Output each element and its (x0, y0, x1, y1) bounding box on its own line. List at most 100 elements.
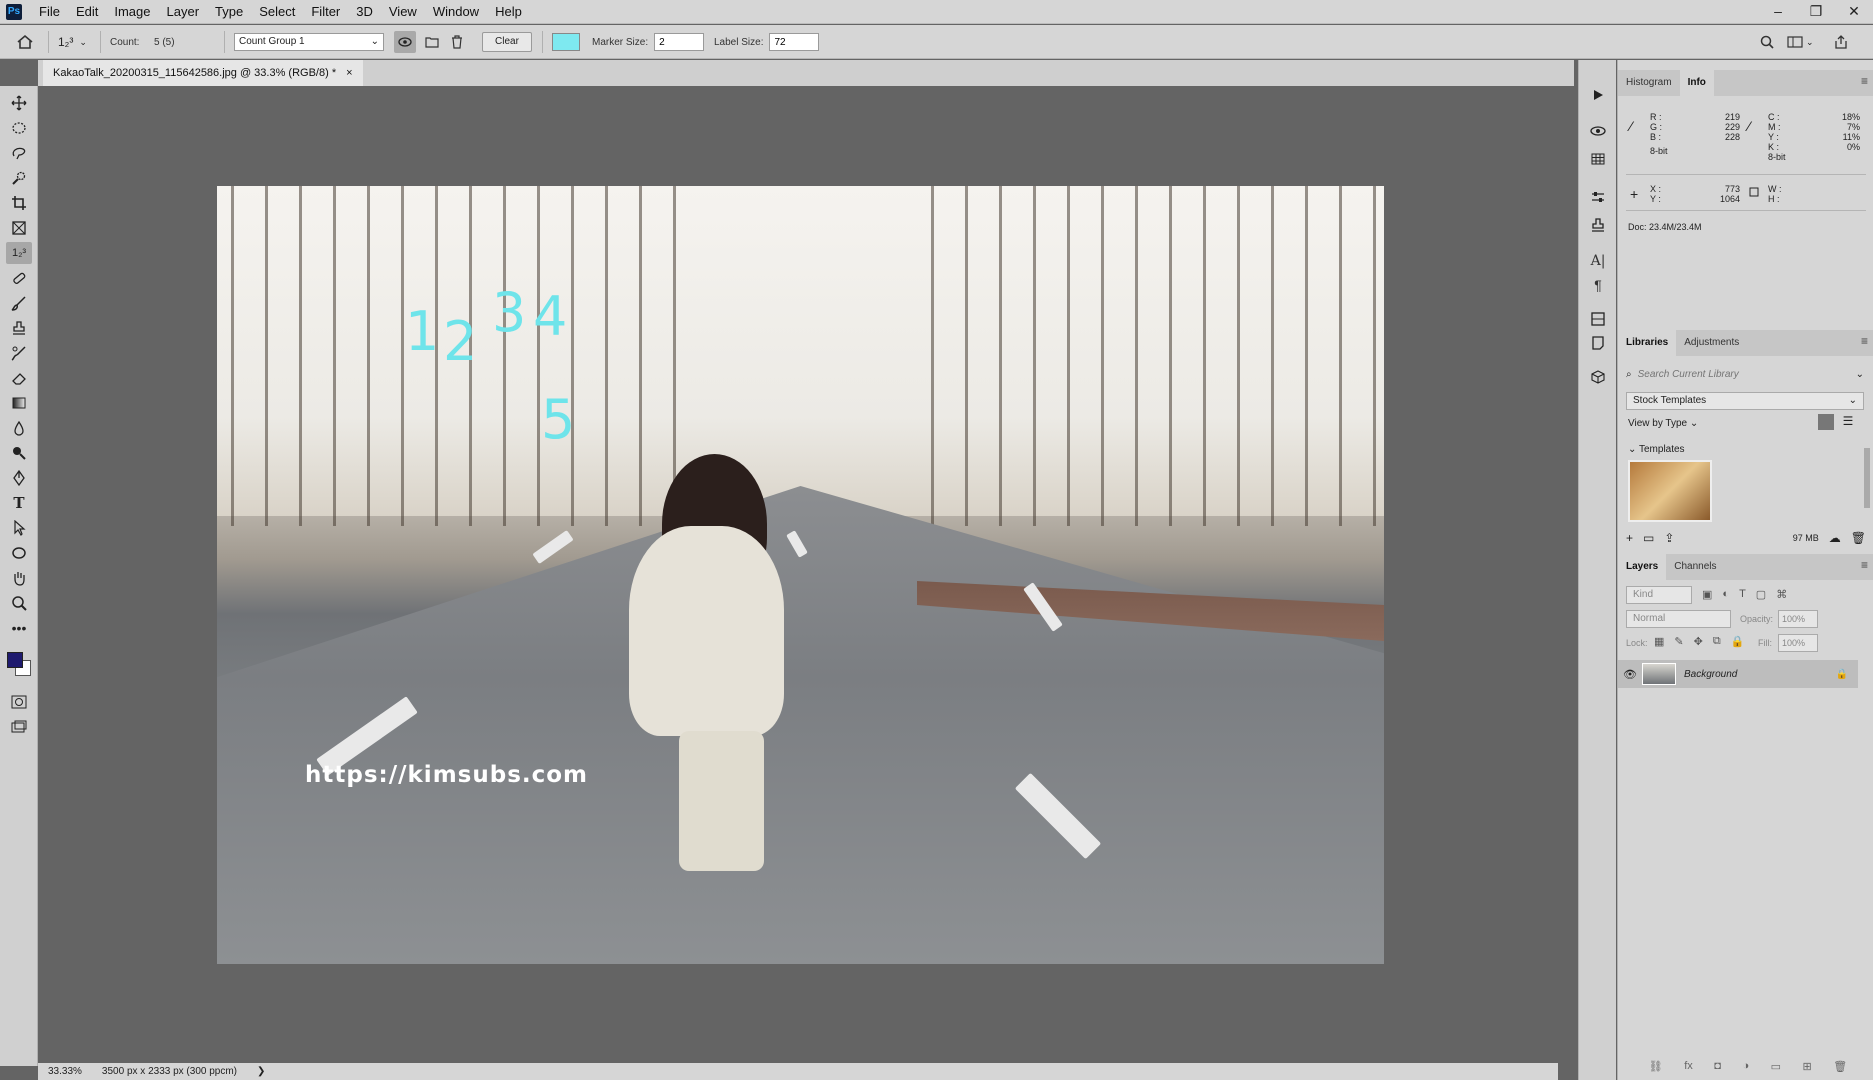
layer-kind-filter[interactable]: Kind (1626, 586, 1692, 604)
new-layer-icon[interactable]: ⊞ (1803, 1060, 1812, 1073)
tab-info[interactable]: Info (1679, 70, 1714, 96)
add-icon[interactable]: + (1626, 531, 1633, 545)
character-panel-icon[interactable]: A| (1587, 250, 1609, 272)
gradient-tool-icon[interactable] (6, 392, 32, 414)
tab-channels[interactable]: Channels (1666, 554, 1724, 580)
grid-view-icon[interactable] (1818, 414, 1834, 430)
notes-icon[interactable] (1587, 332, 1609, 354)
new-group-folder-icon[interactable] (421, 31, 443, 53)
status-menu-arrow[interactable]: ❯ (247, 1066, 275, 1077)
eraser-tool-icon[interactable] (6, 367, 32, 389)
ellipse-tool-icon[interactable] (6, 542, 32, 564)
panel-menu-icon[interactable]: ≡ (1861, 558, 1868, 572)
screen-mode-icon[interactable] (6, 716, 32, 738)
lock-artboard-icon[interactable]: ⧉ (1713, 635, 1721, 648)
count-marker-1[interactable]: 1 (405, 305, 439, 359)
list-view-icon[interactable]: ☰ (1840, 414, 1856, 430)
count-marker-5[interactable]: 5 (541, 393, 575, 447)
menu-filter[interactable]: Filter (303, 0, 348, 24)
type-tool-icon[interactable]: T (6, 492, 32, 514)
move-tool-icon[interactable] (6, 92, 32, 114)
zoom-level[interactable]: 33.33% (38, 1066, 92, 1077)
templates-section-header[interactable]: ⌄ Templates (1628, 444, 1685, 455)
clear-button[interactable]: Clear (482, 32, 532, 52)
lasso-tool-icon[interactable] (6, 142, 32, 164)
tool-preset-picker[interactable]: 1₂³ ⌄ (58, 25, 87, 59)
add-mask-icon[interactable]: ◘ (1714, 1060, 1721, 1073)
layer-comps-icon[interactable] (1587, 308, 1609, 330)
menu-layer[interactable]: Layer (159, 0, 208, 24)
marker-size-input[interactable] (654, 33, 705, 51)
delete-layer-icon[interactable]: 🗑 (1833, 1060, 1847, 1073)
restore-button[interactable]: ❐ (1797, 0, 1835, 24)
count-marker-2[interactable]: 2 (443, 315, 477, 369)
path-selection-tool-icon[interactable] (6, 517, 32, 539)
clone-stamp-tool-icon[interactable] (6, 317, 32, 339)
stamp-icon[interactable] (1587, 214, 1609, 236)
library-search[interactable]: ⌕ ⌄ (1626, 364, 1864, 384)
label-size-input[interactable] (769, 33, 820, 51)
eye-visibility-icon[interactable]: 👁 (1618, 668, 1642, 681)
count-marker-4[interactable]: 4 (533, 290, 567, 344)
menu-file[interactable]: File (31, 0, 68, 24)
tab-layers[interactable]: Layers (1618, 554, 1667, 580)
fill-input[interactable]: 100% (1778, 634, 1818, 652)
3d-materials-icon[interactable] (1587, 120, 1609, 142)
tab-histogram[interactable]: Histogram (1618, 70, 1680, 96)
quick-selection-tool-icon[interactable] (6, 167, 32, 189)
canvas-area[interactable]: 1 2 3 4 5 https://kimsubs.com (38, 86, 1558, 1062)
search-icon[interactable] (1756, 31, 1778, 53)
lock-position-icon[interactable]: ✥ (1694, 635, 1703, 648)
panel-menu-icon[interactable]: ≡ (1861, 74, 1868, 88)
quick-mask-icon[interactable] (6, 691, 32, 713)
image-filter-icon[interactable]: ▣ (1702, 588, 1712, 601)
workspace-icon[interactable] (1784, 31, 1806, 53)
lock-all-icon[interactable]: 🔒 (1731, 635, 1745, 648)
menu-3d[interactable]: 3D (348, 0, 381, 24)
menu-help[interactable]: Help (487, 0, 530, 24)
upload-icon[interactable]: ⇪ (1664, 531, 1674, 545)
library-select[interactable]: Stock Templates ⌄ (1626, 392, 1864, 410)
type-filter-icon[interactable]: T (1739, 588, 1746, 601)
3d-cube-icon[interactable] (1587, 366, 1609, 388)
color-swatches[interactable] (5, 646, 35, 682)
smart-object-filter-icon[interactable]: ⌘ (1776, 588, 1787, 601)
new-group-icon[interactable]: ▭ (1771, 1060, 1781, 1073)
library-scrollbar[interactable] (1864, 448, 1870, 508)
template-thumbnail[interactable] (1628, 460, 1712, 522)
delete-group-trash-icon[interactable] (446, 31, 468, 53)
properties-sliders-icon[interactable] (1587, 186, 1609, 208)
count-tool-icon[interactable]: 1₂³ (6, 242, 32, 264)
history-brush-tool-icon[interactable] (6, 342, 32, 364)
menu-window[interactable]: Window (425, 0, 487, 24)
count-marker-3[interactable]: 3 (492, 286, 526, 340)
crop-tool-icon[interactable] (6, 192, 32, 214)
adjustment-layer-icon[interactable]: ◑ (1742, 1060, 1749, 1073)
opacity-input[interactable]: 100% (1778, 610, 1818, 628)
link-layers-icon[interactable]: ⛓ (1649, 1060, 1663, 1073)
document-tab[interactable]: KakaoTalk_20200315_115642586.jpg @ 33.3%… (43, 60, 363, 86)
menu-edit[interactable]: Edit (68, 0, 106, 24)
tab-adjustments[interactable]: Adjustments (1676, 330, 1747, 356)
marker-color-swatch[interactable] (552, 33, 580, 51)
lock-transparent-icon[interactable]: ▦ (1654, 635, 1664, 648)
play-actions-icon[interactable] (1587, 84, 1609, 106)
panel-menu-icon[interactable]: ≡ (1861, 334, 1868, 348)
home-icon[interactable] (16, 25, 34, 59)
close-tab-icon[interactable]: × (346, 60, 352, 86)
frame-tool-icon[interactable] (6, 217, 32, 239)
shape-filter-icon[interactable]: ▢ (1756, 588, 1766, 601)
pen-tool-icon[interactable] (6, 467, 32, 489)
zoom-tool-icon[interactable] (6, 592, 32, 614)
blur-tool-icon[interactable] (6, 417, 32, 439)
paragraph-panel-icon[interactable]: ¶ (1587, 274, 1609, 296)
fx-icon[interactable]: fx (1684, 1060, 1693, 1073)
document-image[interactable]: 1 2 3 4 5 https://kimsubs.com (217, 186, 1384, 964)
adjustment-filter-icon[interactable]: ◐ (1722, 588, 1729, 601)
swatches-grid-icon[interactable] (1587, 148, 1609, 170)
healing-brush-tool-icon[interactable] (6, 267, 32, 289)
close-button[interactable]: ✕ (1835, 0, 1873, 24)
trash-icon[interactable]: 🗑 (1851, 531, 1866, 545)
hand-tool-icon[interactable] (6, 567, 32, 589)
chevron-down-icon[interactable]: ⌄ (1806, 25, 1814, 59)
